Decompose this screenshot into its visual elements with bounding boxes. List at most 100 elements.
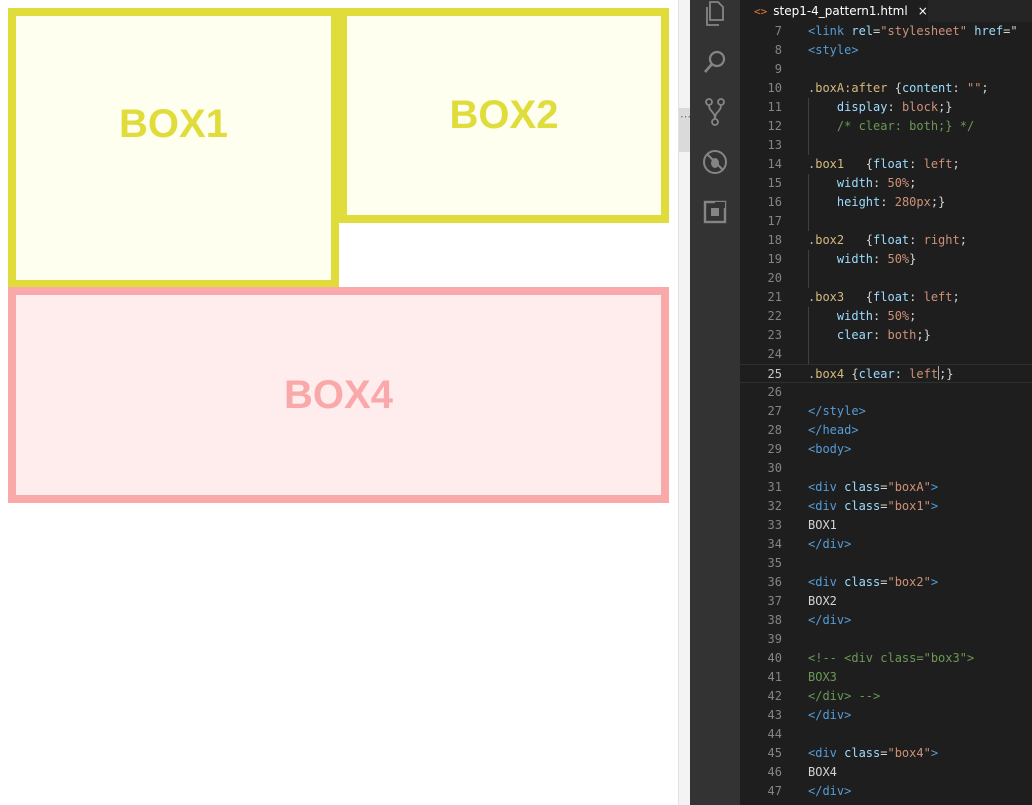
debug-icon[interactable] bbox=[701, 148, 729, 176]
line-number: 46 bbox=[767, 765, 782, 779]
extensions-icon[interactable] bbox=[701, 198, 729, 226]
code-line[interactable]: 32 <div class="box1"> bbox=[740, 497, 1032, 516]
code-line[interactable]: 22 width: 50%; bbox=[740, 307, 1032, 326]
code-line[interactable]: 40 <!-- <div class="box3"> bbox=[740, 649, 1032, 668]
line-code: <link rel="stylesheet" href=" bbox=[808, 22, 1018, 41]
code-line[interactable]: 8 <style> bbox=[740, 41, 1032, 60]
line-code: </div> bbox=[808, 535, 851, 554]
code-line[interactable]: 20 bbox=[740, 269, 1032, 288]
line-code: </div> bbox=[808, 611, 851, 630]
code-line[interactable]: 44 bbox=[740, 725, 1032, 744]
code-line[interactable]: 7 <link rel="stylesheet" href=" bbox=[740, 22, 1032, 41]
code-token: </div> bbox=[808, 708, 852, 722]
code-line[interactable]: 18 .box2 {float: right; bbox=[740, 231, 1032, 250]
line-number: 27 bbox=[767, 404, 782, 418]
code-token: 50% bbox=[887, 176, 910, 190]
code-line[interactable]: 45 <div class="box4"> bbox=[740, 744, 1032, 763]
search-icon[interactable] bbox=[701, 48, 729, 76]
code-token: "stylesheet" bbox=[880, 24, 967, 38]
code-line[interactable]: 30 bbox=[740, 459, 1032, 478]
code-line[interactable]: 23 clear: both;} bbox=[740, 326, 1032, 345]
tab-title: step1-4_pattern1.html bbox=[773, 4, 908, 18]
close-icon[interactable]: × bbox=[918, 4, 928, 18]
code-line[interactable]: 47 </div> bbox=[740, 782, 1032, 801]
code-token: : bbox=[873, 252, 888, 266]
code-line[interactable]: 26 bbox=[740, 383, 1032, 402]
code-line[interactable]: 34 </div> bbox=[740, 535, 1032, 554]
code-token: clear bbox=[836, 328, 874, 342]
code-token: </head> bbox=[808, 423, 859, 437]
line-code: display: block;} bbox=[808, 98, 953, 117]
line-number: 10 bbox=[767, 81, 782, 95]
code-line[interactable]: 16 height: 280px;} bbox=[740, 193, 1032, 212]
line-code: .box2 {float: right; bbox=[808, 231, 967, 250]
code-line[interactable]: 9 bbox=[740, 60, 1032, 79]
code-line[interactable]: 15 width: 50%; bbox=[740, 174, 1032, 193]
code-token: <div bbox=[808, 480, 845, 494]
code-line[interactable]: 25 .box4 {clear: left;} bbox=[740, 364, 1032, 383]
code-line[interactable]: 42 </div> --> bbox=[740, 687, 1032, 706]
code-line[interactable]: 24 bbox=[740, 345, 1032, 364]
line-code: <div class="box4"> bbox=[808, 744, 938, 763]
code-token: : bbox=[909, 290, 924, 304]
code-line[interactable]: 29 <body> bbox=[740, 440, 1032, 459]
code-line[interactable]: 19 width: 50%} bbox=[740, 250, 1032, 269]
code-line[interactable]: 38 </div> bbox=[740, 611, 1032, 630]
code-token: clear bbox=[858, 367, 895, 381]
line-number: 41 bbox=[767, 670, 782, 684]
code-line[interactable]: 21 .box3 {float: left; bbox=[740, 288, 1032, 307]
code-line[interactable]: 10 .boxA:after {content: ""; bbox=[740, 79, 1032, 98]
explorer-icon[interactable] bbox=[701, 0, 729, 28]
code-line[interactable]: 31 <div class="boxA"> bbox=[740, 478, 1032, 497]
line-code: width: 50%; bbox=[808, 307, 917, 326]
code-line[interactable]: 37 BOX2 bbox=[740, 592, 1032, 611]
box2: BOX2 bbox=[339, 8, 669, 223]
code-line[interactable]: 27 </style> bbox=[740, 402, 1032, 421]
code-token: /* clear: both;} */ bbox=[836, 119, 975, 133]
line-code: <div class="box2"> bbox=[808, 573, 938, 592]
line-number: 18 bbox=[767, 233, 782, 247]
code-token: BOX4 bbox=[808, 765, 837, 779]
line-number: 20 bbox=[767, 271, 782, 285]
code-line[interactable]: 17 bbox=[740, 212, 1032, 231]
code-line[interactable]: 41 BOX3 bbox=[740, 668, 1032, 687]
line-number: 40 bbox=[767, 651, 782, 665]
line-code: clear: both;} bbox=[808, 326, 931, 345]
code-lines[interactable]: 7 <link rel="stylesheet" href=" 8 <style> 9 1… bbox=[740, 22, 1032, 801]
line-number: 8 bbox=[774, 43, 782, 57]
line-code: width: 50%; bbox=[808, 174, 917, 193]
line-code: <body> bbox=[808, 440, 851, 459]
code-line[interactable]: 11 display: block;} bbox=[740, 98, 1032, 117]
line-number: 17 bbox=[767, 214, 782, 228]
code-line[interactable]: 39 bbox=[740, 630, 1032, 649]
code-line[interactable]: 13 bbox=[740, 136, 1032, 155]
code-line[interactable]: 35 bbox=[740, 554, 1032, 573]
code-token: both bbox=[887, 328, 917, 342]
code-line[interactable]: 14 .box1 {float: left; bbox=[740, 155, 1032, 174]
code-token: ; bbox=[981, 81, 989, 95]
code-line[interactable]: 46 BOX4 bbox=[740, 763, 1032, 782]
code-line[interactable]: 12 /* clear: both;} */ bbox=[740, 117, 1032, 136]
line-number: 30 bbox=[767, 461, 782, 475]
code-line[interactable]: 33 BOX1 bbox=[740, 516, 1032, 535]
line-number: 19 bbox=[767, 252, 782, 266]
code-token: : bbox=[880, 195, 895, 209]
code-token: </style> bbox=[808, 404, 866, 418]
code-token: 280px bbox=[894, 195, 931, 209]
code-line[interactable]: 43 </div> bbox=[740, 706, 1032, 725]
line-number: 12 bbox=[767, 119, 782, 133]
line-number: 7 bbox=[774, 24, 782, 38]
code-token: { bbox=[844, 367, 859, 381]
code-line[interactable]: 28 </head> bbox=[740, 421, 1032, 440]
line-number: 21 bbox=[767, 290, 782, 304]
code-token: ; bbox=[952, 290, 960, 304]
code-token: class bbox=[844, 746, 881, 760]
editor-tab[interactable]: <> step1-4_pattern1.html × bbox=[740, 0, 929, 22]
line-number: 16 bbox=[767, 195, 782, 209]
code-line[interactable]: 36 <div class="box2"> bbox=[740, 573, 1032, 592]
source-control-icon[interactable] bbox=[701, 98, 729, 126]
code-token: <body> bbox=[808, 442, 852, 456]
code-editor[interactable]: <> step1-4_pattern1.html × 7 <link rel =" s… bbox=[740, 0, 1032, 805]
